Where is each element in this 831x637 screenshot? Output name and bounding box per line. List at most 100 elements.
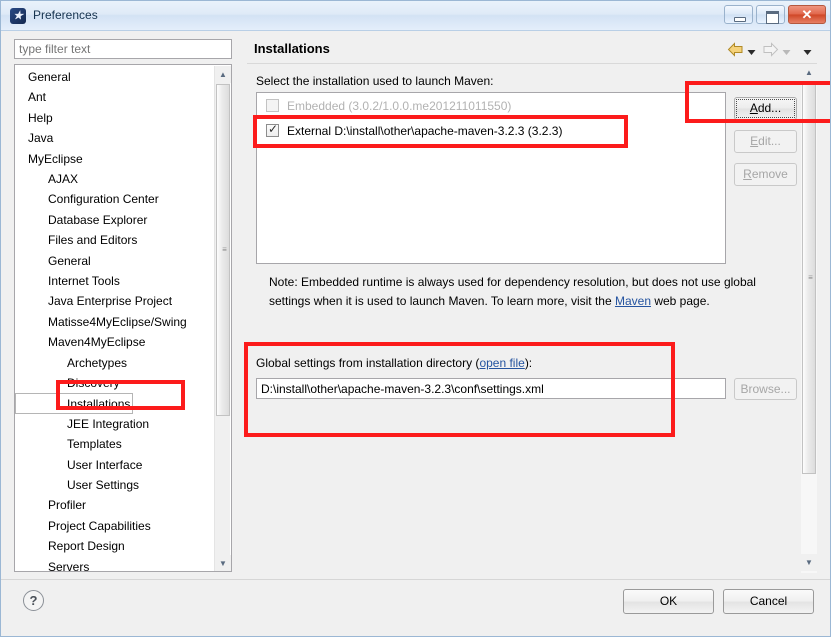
sidebar-item-label: Configuration Center bbox=[48, 192, 159, 207]
sidebar-item-project-capabilities[interactable]: Project Capabilities bbox=[15, 516, 151, 537]
select-installation-label: Select the installation used to launch M… bbox=[256, 74, 494, 88]
sidebar-item-label: General bbox=[28, 70, 71, 84]
sidebar-item-label: Discovery bbox=[67, 376, 120, 390]
installation-row[interactable]: Embedded (3.0.2/1.0.0.me201211011550) bbox=[257, 95, 725, 117]
sidebar-item-label: Java Enterprise Project bbox=[48, 294, 173, 309]
sidebar-item-user-settings[interactable]: User Settings bbox=[15, 475, 139, 496]
sidebar-item-general[interactable]: General bbox=[15, 67, 71, 88]
sidebar-item-myeclipse[interactable]: MyEclipse bbox=[15, 149, 83, 170]
remove-button-label: Remove bbox=[743, 167, 788, 181]
installation-label: Embedded (3.0.2/1.0.0.me201211011550) bbox=[287, 99, 512, 113]
preferences-tree[interactable]: General Ant Help Java MyEclipse AJAX Configura… bbox=[14, 64, 232, 572]
sidebar-item-archetypes[interactable]: Archetypes bbox=[15, 353, 127, 374]
edit-button-label: Edit... bbox=[750, 134, 781, 148]
tree-scrollbar[interactable]: ▲ ≡ ▼ bbox=[214, 66, 231, 571]
cancel-button[interactable]: Cancel bbox=[723, 589, 814, 614]
myeclipse-icon: ★ bbox=[10, 8, 26, 24]
note-text: Note: Embedded runtime is always used fo… bbox=[269, 273, 769, 311]
sidebar-item-profiler[interactable]: Profiler bbox=[15, 495, 86, 516]
installation-checkbox[interactable]: ✓ bbox=[266, 122, 279, 137]
installation-checkbox bbox=[266, 99, 279, 112]
scroll-up-icon[interactable]: ▲ bbox=[215, 66, 231, 83]
sidebar-item-help[interactable]: Help bbox=[15, 108, 53, 129]
sidebar-item-configuration-center[interactable]: Configuration Center bbox=[15, 189, 159, 210]
browse-button: Browse... bbox=[734, 378, 797, 400]
sidebar-item-label: AJAX bbox=[48, 172, 79, 186]
global-settings-path-input[interactable] bbox=[256, 378, 726, 399]
sidebar-item-files-and-editors[interactable]: Files and Editors bbox=[15, 230, 137, 251]
search-input[interactable] bbox=[14, 39, 232, 59]
maximize-button[interactable] bbox=[756, 5, 785, 24]
sidebar-item-label: Installations bbox=[67, 397, 131, 412]
check-icon: ✓ bbox=[268, 122, 279, 136]
sidebar-item-label: JEE Integration bbox=[67, 416, 150, 431]
sidebar-item-label: Archetypes bbox=[67, 355, 128, 370]
sidebar-item-label: General bbox=[48, 253, 91, 268]
sidebar-item-label: MyEclipse bbox=[28, 151, 83, 166]
sidebar-item-label: Servers bbox=[48, 559, 90, 572]
sidebar-item-label: Java bbox=[28, 131, 54, 146]
sidebar-item-matisse4myeclipse-swing[interactable]: Matisse4MyEclipse/Swing bbox=[15, 312, 187, 333]
footer-divider bbox=[1, 579, 830, 580]
sidebar-item-java[interactable]: Java bbox=[15, 128, 53, 149]
sidebar-item-user-interface[interactable]: User Interface bbox=[15, 455, 142, 476]
close-icon: ✕ bbox=[801, 7, 813, 22]
back-chevron-down-icon[interactable] bbox=[747, 46, 756, 55]
main-scrollbar-thumb[interactable]: ≡ bbox=[802, 82, 816, 474]
ok-button[interactable]: OK bbox=[623, 589, 714, 614]
sidebar-item-internet-tools[interactable]: Internet Tools bbox=[15, 271, 120, 292]
help-icon[interactable]: ? bbox=[23, 590, 44, 611]
sidebar-item-label: Templates bbox=[67, 437, 122, 452]
close-button[interactable]: ✕ bbox=[788, 5, 826, 24]
page-title: Installations bbox=[254, 41, 330, 56]
open-file-link[interactable]: open file bbox=[479, 356, 524, 370]
forward-arrow-icon bbox=[762, 42, 779, 57]
main-scroll-up-icon[interactable]: ▲ bbox=[801, 64, 817, 81]
sidebar-item-java-enterprise-project[interactable]: Java Enterprise Project bbox=[15, 291, 172, 312]
maven-link[interactable]: Maven bbox=[615, 294, 651, 308]
sidebar-item-label: Database Explorer bbox=[48, 212, 148, 227]
installations-list[interactable]: Embedded (3.0.2/1.0.0.me201211011550) ✓ Ex… bbox=[256, 92, 726, 264]
note-part2: web page. bbox=[651, 294, 710, 308]
forward-chevron-down-icon bbox=[782, 46, 791, 55]
global-label-suffix: ): bbox=[524, 356, 533, 370]
sidebar-item-label: Profiler bbox=[48, 498, 87, 513]
main-scrollbar[interactable]: ▲ ≡ ▼ bbox=[801, 64, 817, 573]
sidebar-item-ajax[interactable]: AJAX bbox=[15, 169, 78, 190]
sidebar-item-label: Files and Editors bbox=[48, 233, 138, 248]
sidebar-item-installations[interactable]: Installations bbox=[15, 393, 133, 415]
add-button[interactable]: Add... bbox=[734, 97, 797, 120]
sidebar-item-maven4myeclipse[interactable]: Maven4MyEclipse bbox=[15, 332, 145, 353]
browse-button-label: Browse... bbox=[740, 382, 791, 396]
global-label-prefix: Global settings from installation direct… bbox=[256, 356, 480, 370]
sidebar-item-label: Project Capabilities bbox=[48, 518, 151, 533]
sidebar-item-label: Internet Tools bbox=[48, 274, 120, 288]
sidebar-item-servers[interactable]: Servers bbox=[15, 557, 90, 572]
sidebar-item-report-design[interactable]: Report Design bbox=[15, 536, 125, 557]
back-arrow-icon[interactable] bbox=[727, 42, 744, 57]
sidebar-item-label: User Interface bbox=[67, 457, 143, 472]
minimize-button[interactable] bbox=[724, 5, 753, 24]
sidebar-item-discovery[interactable]: Discovery bbox=[15, 373, 120, 394]
sidebar-item-label: Matisse4MyEclipse/Swing bbox=[48, 314, 187, 329]
sidebar-item-templates[interactable]: Templates bbox=[15, 434, 122, 455]
sidebar-item-ant[interactable]: Ant bbox=[15, 87, 46, 108]
sidebar-item-general[interactable]: General bbox=[15, 251, 91, 272]
installation-row[interactable]: ✓ External D:\install\other\apache-maven-… bbox=[257, 120, 725, 142]
window-title: Preferences bbox=[33, 8, 98, 22]
sidebar-item-jee-integration[interactable]: JEE Integration bbox=[15, 414, 149, 435]
sidebar-item-label: Report Design bbox=[48, 539, 125, 554]
view-menu-chevron-down-icon[interactable] bbox=[803, 46, 812, 55]
edit-button: Edit... bbox=[734, 130, 797, 153]
sidebar-item-label: User Settings bbox=[67, 478, 140, 492]
scroll-down-icon[interactable]: ▼ bbox=[215, 555, 231, 571]
title-bar: ★ Preferences ✕ bbox=[1, 1, 830, 31]
sidebar-item-label: Ant bbox=[28, 90, 47, 105]
remove-button: Remove bbox=[734, 163, 797, 186]
sidebar-item-label: Maven4MyEclipse bbox=[48, 335, 146, 350]
main-scroll-down-icon[interactable]: ▼ bbox=[801, 554, 817, 571]
tree-scrollbar-thumb[interactable]: ≡ bbox=[216, 84, 230, 416]
global-settings-label: Global settings from installation direct… bbox=[256, 356, 532, 370]
sidebar-item-database-explorer[interactable]: Database Explorer bbox=[15, 210, 147, 231]
sidebar-item-label: Help bbox=[28, 110, 53, 125]
